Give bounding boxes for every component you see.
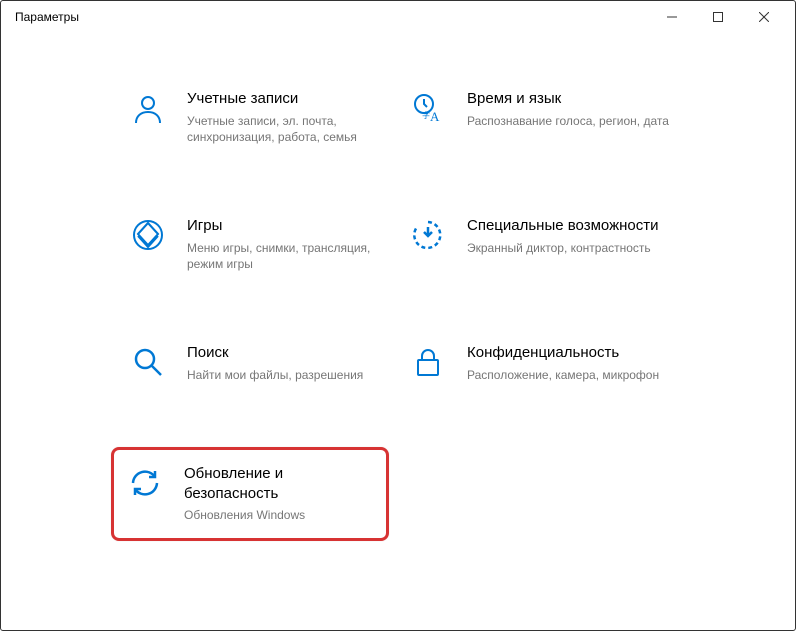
close-icon [759,12,769,22]
minimize-icon [667,12,677,22]
tile-title: Специальные возможности [467,216,671,236]
tile-title: Обновление и безопасность [184,464,372,503]
tile-subtitle: Распознавание голоса, регион, дата [467,113,671,130]
tile-time-language[interactable]: А字 Время и язык Распознавание голоса, ре… [411,83,671,152]
accounts-icon [131,91,165,125]
tile-subtitle: Расположение, камера, микрофон [467,367,671,384]
tile-subtitle: Учетные записи, эл. почта, синхронизация… [187,113,391,147]
tile-accounts[interactable]: Учетные записи Учетные записи, эл. почта… [131,83,391,152]
tile-title: Время и язык [467,89,671,109]
tile-title: Конфиденциальность [467,343,671,363]
tile-ease-of-access[interactable]: Специальные возможности Экранный диктор,… [411,210,671,279]
window-controls [649,1,787,33]
maximize-icon [713,12,723,22]
gaming-icon [131,218,165,252]
tile-title: Учетные записи [187,89,391,109]
privacy-icon [411,345,445,379]
tile-subtitle: Меню игры, снимки, трансляция, режим игр… [187,240,391,274]
time-language-icon: А字 [411,91,445,125]
tile-text: Поиск Найти мои файлы, разрешения [187,343,391,383]
close-button[interactable] [741,1,787,33]
maximize-button[interactable] [695,1,741,33]
tile-subtitle: Найти мои файлы, разрешения [187,367,391,384]
tile-title: Поиск [187,343,391,363]
update-security-icon [128,466,162,500]
minimize-button[interactable] [649,1,695,33]
tile-privacy[interactable]: Конфиденциальность Расположение, камера,… [411,337,671,389]
tile-text: Конфиденциальность Расположение, камера,… [467,343,671,383]
tile-subtitle: Обновления Windows [184,507,372,524]
tile-text: Обновление и безопасность Обновления Win… [184,464,372,524]
highlight-frame: Обновление и безопасность Обновления Win… [111,447,389,541]
tile-text: Время и язык Распознавание голоса, регио… [467,89,671,129]
svg-text:字: 字 [422,110,430,120]
titlebar: Параметры [1,1,795,33]
tile-subtitle: Экранный диктор, контрастность [467,240,671,257]
tile-search[interactable]: Поиск Найти мои файлы, разрешения [131,337,391,389]
settings-grid: Учетные записи Учетные записи, эл. почта… [1,33,795,571]
svg-text:А: А [430,109,440,124]
window-title: Параметры [9,10,79,24]
search-icon [131,345,165,379]
ease-of-access-icon [411,218,445,252]
tile-update-security[interactable]: Обновление и безопасность Обновления Win… [128,464,372,524]
tile-gaming[interactable]: Игры Меню игры, снимки, трансляция, режи… [131,210,391,279]
tile-text: Учетные записи Учетные записи, эл. почта… [187,89,391,146]
tile-title: Игры [187,216,391,236]
tile-text: Игры Меню игры, снимки, трансляция, режи… [187,216,391,273]
tile-text: Специальные возможности Экранный диктор,… [467,216,671,256]
